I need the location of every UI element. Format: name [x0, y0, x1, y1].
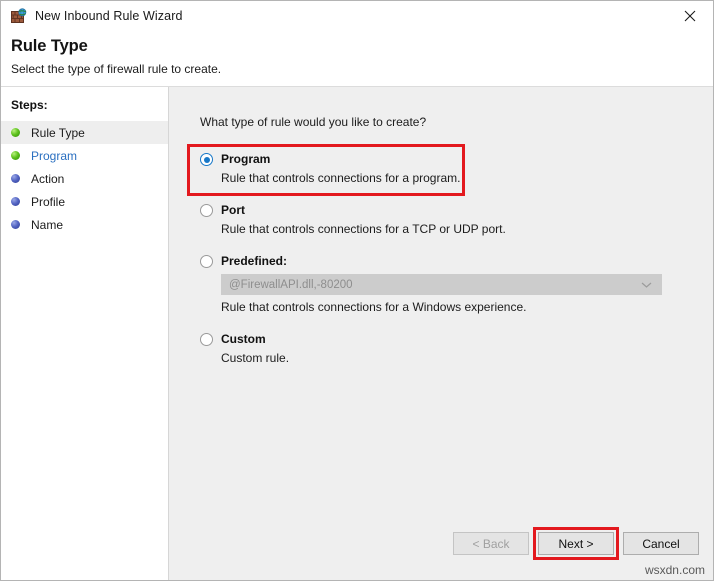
option-custom-description: Custom rule. — [221, 351, 713, 365]
sidebar-item-rule-type[interactable]: Rule Type — [1, 121, 168, 144]
cancel-button[interactable]: Cancel — [623, 532, 699, 555]
option-predefined-title: Predefined: — [221, 254, 287, 268]
option-port[interactable]: Port Rule that controls connections for … — [200, 203, 713, 236]
chevron-down-icon — [641, 281, 652, 288]
sidebar-item-program[interactable]: Program — [1, 144, 168, 167]
step-bullet-icon — [11, 197, 20, 206]
sidebar-item-label: Rule Type — [31, 126, 85, 140]
close-button[interactable] — [667, 1, 713, 30]
sidebar-item-label: Action — [31, 172, 64, 186]
sidebar-item-action[interactable]: Action — [1, 167, 168, 190]
option-predefined-row[interactable]: Predefined: — [200, 254, 713, 268]
steps-heading: Steps: — [1, 98, 168, 121]
back-button[interactable]: < Back — [453, 532, 529, 555]
wizard-footer: < Back Next > Cancel wsxdn.com — [1, 504, 713, 580]
radio-program[interactable] — [200, 153, 213, 166]
option-port-row[interactable]: Port — [200, 203, 713, 217]
next-button-wrapper: Next > — [538, 532, 614, 555]
option-predefined-description: Rule that controls connections for a Win… — [221, 300, 713, 314]
option-program-title: Program — [221, 152, 270, 166]
option-program-row[interactable]: Program — [200, 152, 713, 166]
main-content: What type of rule would you like to crea… — [169, 87, 713, 504]
predefined-combobox-value: @FirewallAPI.dll,-80200 — [222, 279, 353, 291]
wizard-body: Steps: Rule Type Program Action Profile … — [1, 87, 713, 504]
sidebar-item-label: Name — [31, 218, 63, 232]
footer-sidebar-filler — [1, 504, 169, 580]
option-custom-row[interactable]: Custom — [200, 332, 713, 346]
sidebar-item-name[interactable]: Name — [1, 213, 168, 236]
close-icon — [684, 10, 696, 22]
option-port-title: Port — [221, 203, 245, 217]
option-custom-title: Custom — [221, 332, 266, 346]
firewall-globe-icon — [11, 8, 27, 24]
title-bar: New Inbound Rule Wizard — [1, 1, 713, 31]
sidebar-item-label: Profile — [31, 195, 65, 209]
radio-port[interactable] — [200, 204, 213, 217]
sidebar-item-label: Program — [31, 149, 77, 163]
step-bullet-icon — [11, 174, 20, 183]
option-program-description: Rule that controls connections for a pro… — [221, 171, 713, 185]
next-button[interactable]: Next > — [538, 532, 614, 555]
question-text: What type of rule would you like to crea… — [200, 115, 713, 129]
window-title: New Inbound Rule Wizard — [35, 9, 183, 23]
wizard-window: New Inbound Rule Wizard Rule Type Select… — [0, 0, 714, 581]
option-custom[interactable]: Custom Custom rule. — [200, 332, 713, 365]
step-bullet-icon — [11, 220, 20, 229]
steps-sidebar: Steps: Rule Type Program Action Profile … — [1, 87, 169, 504]
watermark: wsxdn.com — [645, 563, 705, 577]
radio-custom[interactable] — [200, 333, 213, 346]
wizard-header: Rule Type Select the type of firewall ru… — [1, 31, 713, 87]
page-subtitle: Select the type of firewall rule to crea… — [11, 62, 713, 76]
option-port-description: Rule that controls connections for a TCP… — [221, 222, 713, 236]
page-title: Rule Type — [11, 37, 713, 56]
option-predefined[interactable]: Predefined: @FirewallAPI.dll,-80200 Rule… — [200, 254, 713, 314]
step-bullet-icon — [11, 128, 20, 137]
step-bullet-icon — [11, 151, 20, 160]
sidebar-item-profile[interactable]: Profile — [1, 190, 168, 213]
predefined-combobox[interactable]: @FirewallAPI.dll,-80200 — [221, 274, 662, 295]
option-program[interactable]: Program Rule that controls connections f… — [200, 152, 713, 185]
radio-predefined[interactable] — [200, 255, 213, 268]
